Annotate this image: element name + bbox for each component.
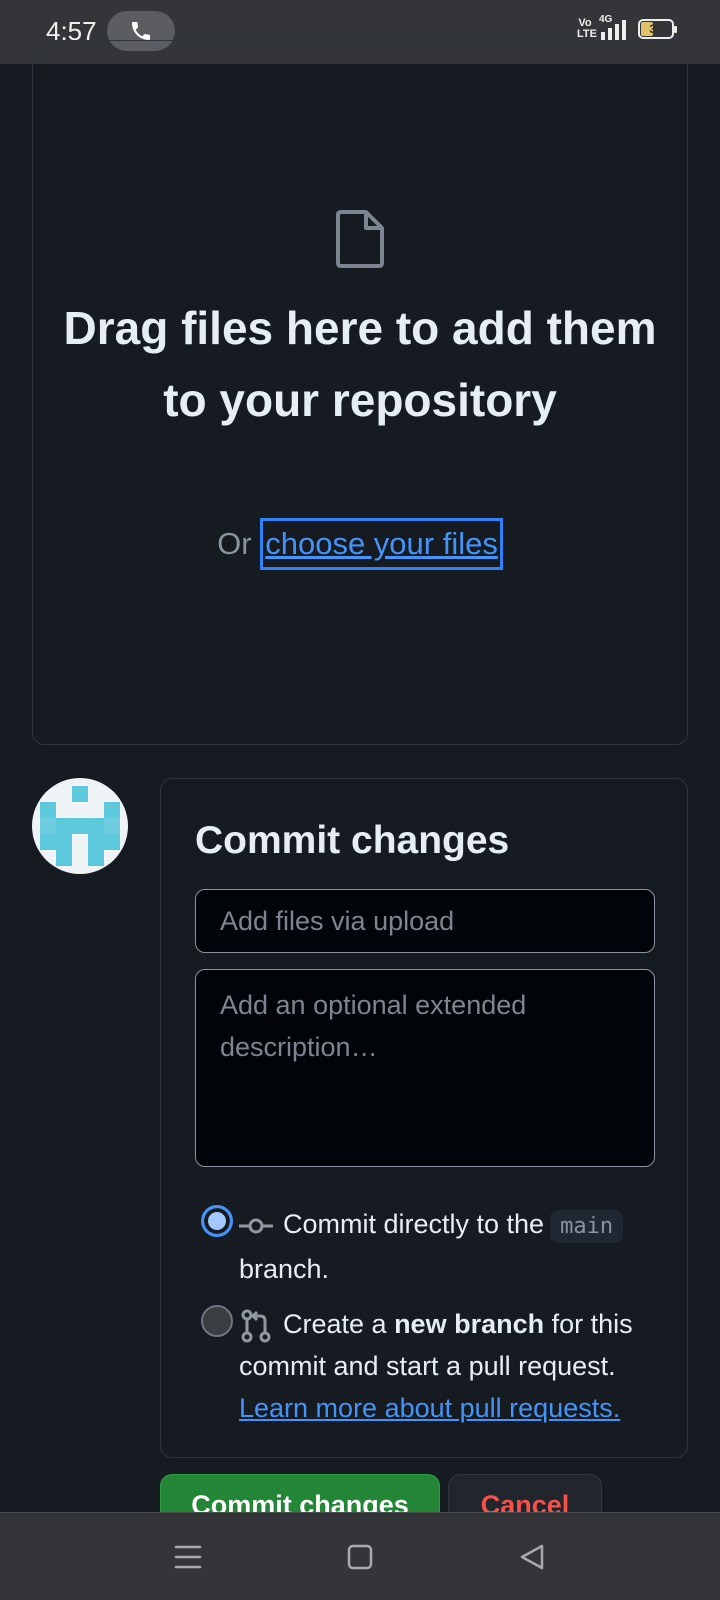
home-button[interactable] (342, 1539, 378, 1575)
or-text: Or (217, 526, 261, 561)
dropzone-title: Drag files here to add them to your repo… (63, 302, 657, 426)
signal-icon: 4G (599, 14, 626, 40)
volte-indicator: Vo LTE (577, 17, 597, 40)
option-new-branch-text: Create a new branch for this commit and … (239, 1303, 659, 1429)
dropzone-or-line: Or choose your files (0, 518, 720, 570)
file-icon (336, 210, 384, 268)
radio-new-branch[interactable] (201, 1305, 233, 1337)
system-navigation-bar (0, 1512, 720, 1600)
network-type: 4G (599, 14, 613, 25)
avatar[interactable] (32, 778, 128, 874)
battery-icon: 38 (638, 19, 677, 39)
back-button[interactable] (514, 1539, 550, 1575)
git-pull-request-icon (241, 1309, 271, 1343)
commit-description-input[interactable] (195, 969, 655, 1167)
branch-name-badge: main (550, 1210, 624, 1243)
menu-button[interactable] (170, 1539, 206, 1575)
choose-files-link[interactable]: choose your files (260, 518, 503, 570)
menu-icon (174, 1545, 202, 1569)
battery-level: 38 (649, 22, 663, 36)
app-screen: 4:57 Vo LTE 4G 38 Drag files here to add… (0, 0, 720, 1600)
option-new-branch-prefix: Create a (283, 1309, 395, 1339)
option-commit-direct-label: Commit directly to the (283, 1209, 545, 1239)
option-new-branch-bold: new branch (394, 1309, 545, 1339)
option-commit-direct-text: Commit directly to the main branch. (239, 1203, 659, 1290)
home-square-icon (347, 1544, 373, 1570)
back-triangle-icon (520, 1544, 544, 1570)
radio-commit-direct[interactable] (201, 1205, 233, 1237)
commit-title: Commit changes (195, 819, 510, 862)
commit-form: Commit changes Commit directly to themai… (160, 778, 688, 1458)
identicon (40, 786, 120, 866)
learn-more-pull-requests-link[interactable]: Learn more about pull requests. (239, 1393, 620, 1423)
option-commit-direct-suffix: branch. (239, 1254, 330, 1284)
commit-summary-input[interactable] (195, 889, 655, 953)
status-icons: Vo LTE 4G 38 (577, 14, 677, 40)
git-commit-icon (239, 1218, 273, 1234)
